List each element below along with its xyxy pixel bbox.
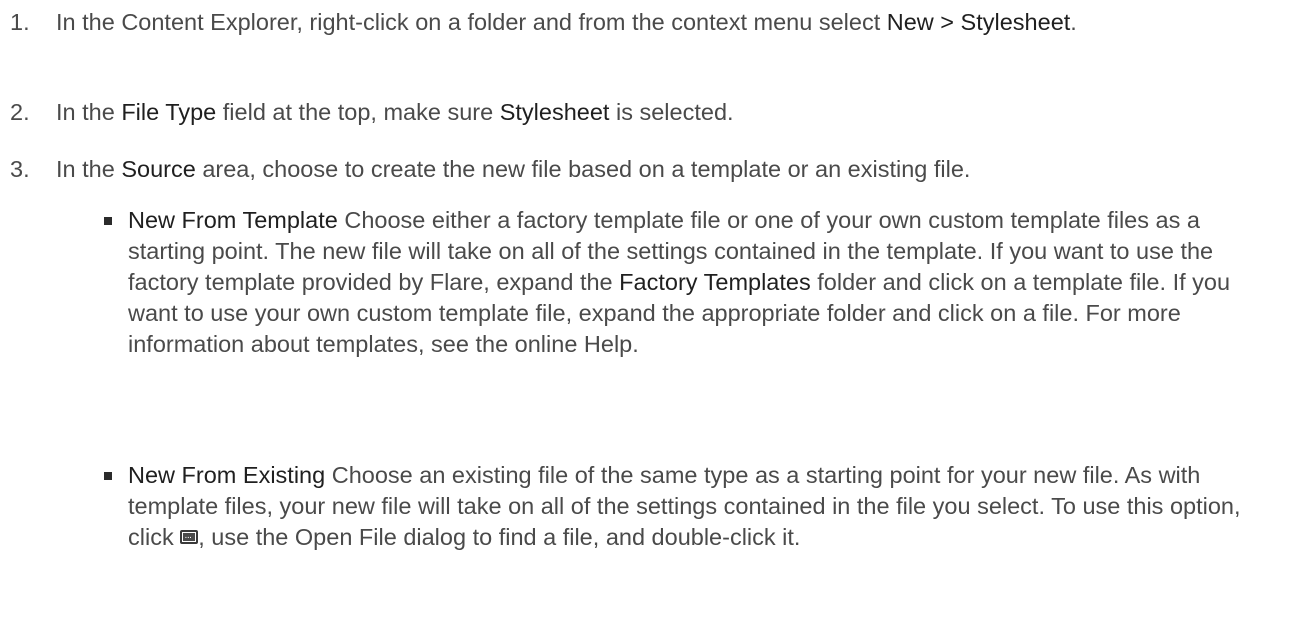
step-number: 3. xyxy=(10,156,30,182)
step-text-part: . xyxy=(1070,9,1077,35)
step-text-part: In the xyxy=(56,156,122,182)
step-text: In the Content Explorer, right-click on … xyxy=(56,7,1256,38)
document-page: 1. In the Content Explorer, right-click … xyxy=(0,0,1299,628)
option-title: New From Template xyxy=(128,207,338,233)
step-text-part: In the xyxy=(56,99,122,125)
bullet-square-icon xyxy=(104,217,112,225)
step-text: In the File Type field at the top, make … xyxy=(56,97,1256,128)
area-name-source: Source xyxy=(121,156,196,182)
browse-ellipsis-icon: ··· xyxy=(180,529,199,544)
step-number: 1. xyxy=(10,9,30,35)
folder-name-factory-templates: Factory Templates xyxy=(619,269,811,295)
field-name-file-type: File Type xyxy=(121,99,217,125)
option-title: New From Existing xyxy=(128,462,326,488)
step-text-part: field at the top, make sure xyxy=(216,99,500,125)
step-text: In the Source area, choose to create the… xyxy=(56,154,1256,185)
menu-path-new-stylesheet: New > Stylesheet xyxy=(886,9,1071,35)
step-text-part: is selected. xyxy=(609,99,734,125)
option-name-stylesheet: Stylesheet xyxy=(499,99,610,125)
option-text: , use the Open File dialog to find a fil… xyxy=(198,524,801,550)
step-number: 2. xyxy=(10,99,30,125)
step-text-part: In the Content Explorer, right-click on … xyxy=(56,9,887,35)
option-description: New From Template Choose either a factor… xyxy=(128,205,1280,360)
bullet-square-icon xyxy=(104,472,112,480)
step-text-part: area, choose to create the new file base… xyxy=(195,156,971,182)
option-description: New From Existing Choose an existing fil… xyxy=(128,460,1280,553)
